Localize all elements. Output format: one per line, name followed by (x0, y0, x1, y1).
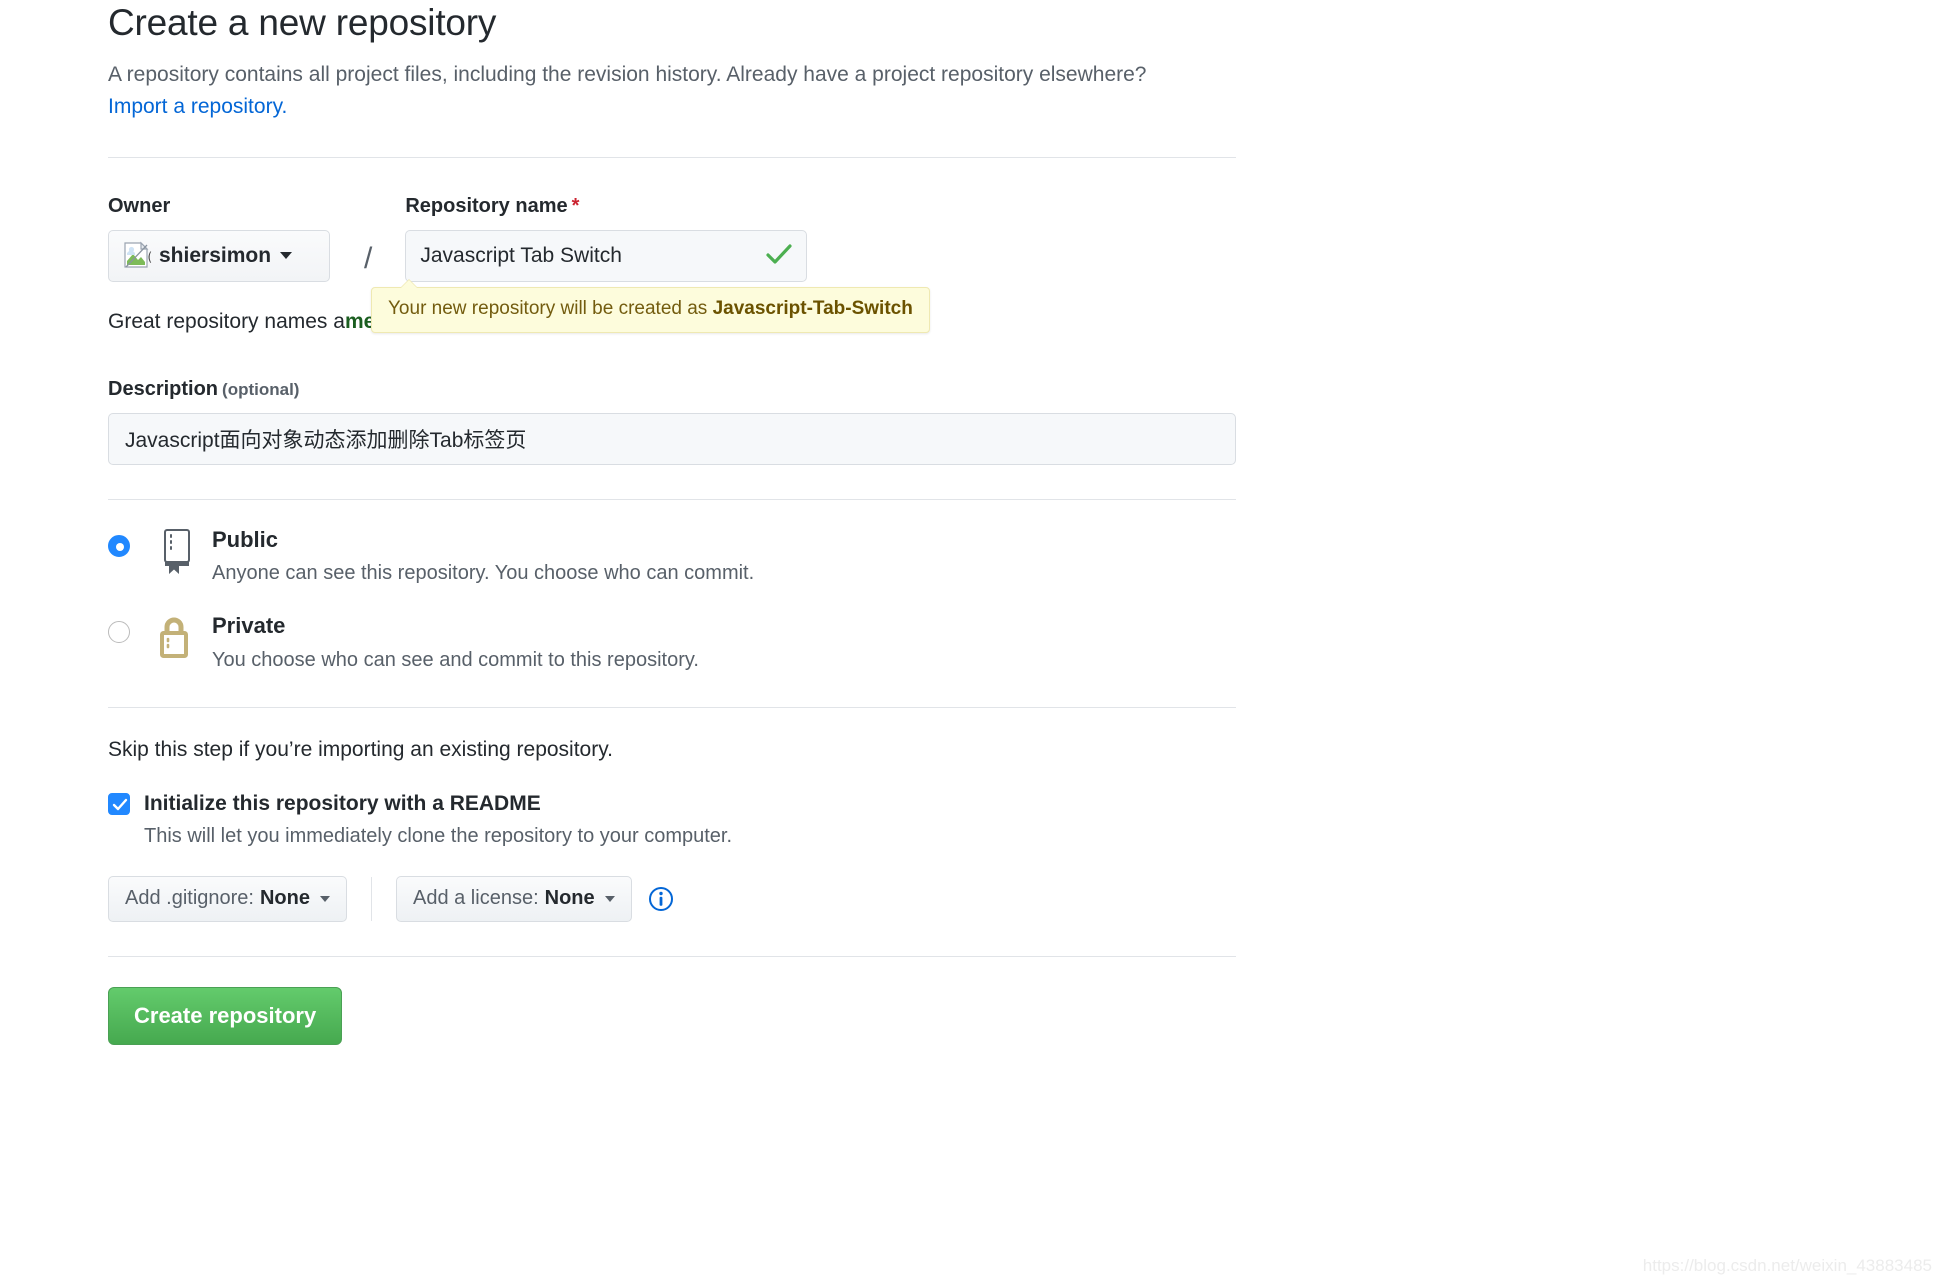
import-repository-link[interactable]: Import a repository. (108, 95, 287, 118)
header-divider (108, 156, 1236, 158)
create-repository-form: Create a new repository A repository con… (108, 0, 1238, 1045)
required-marker: * (571, 194, 580, 217)
visibility-private-text: Private You choose who can see and commi… (212, 612, 699, 673)
initialize-readme-row[interactable]: Initialize this repository with a README (108, 792, 1238, 816)
repository-name-input[interactable] (405, 229, 808, 282)
tooltip-prefix: Your new repository will be created as (388, 297, 713, 319)
gitignore-value: None (259, 887, 310, 910)
repository-name-input-wrap (405, 229, 808, 282)
visibility-divider (108, 706, 1236, 708)
visibility-group: Public Anyone can see this repository. Y… (108, 526, 1238, 673)
owner-name: shiersimon (159, 243, 272, 267)
description-label: Description (optional) (108, 378, 1238, 401)
description-field: Description (optional) (108, 378, 1238, 465)
owner-name-row: Owner ( shiersimon / Repository name * J… (108, 195, 1238, 282)
initialize-readme-label: Initialize this repository with a README (144, 791, 541, 815)
skip-step-note: Skip this step if you’re importing an ex… (108, 737, 614, 761)
visibility-private-description: You choose who can see and commit to thi… (212, 648, 699, 671)
broken-image-icon: ( (123, 241, 153, 271)
visibility-public-text: Public Anyone can see this repository. Y… (212, 526, 754, 587)
radio-public[interactable] (108, 534, 130, 557)
initialize-readme-subnote: This will let you immediately clone the … (144, 824, 733, 847)
repository-name-label: Repository name * (405, 195, 807, 218)
initialize-divider (108, 955, 1236, 957)
check-icon (112, 798, 128, 810)
page-subtitle-text: A repository contains all project files,… (108, 62, 1147, 86)
svg-text:(: ( (146, 250, 153, 264)
template-selects-row: Add .gitignore: None Add a license: None (108, 875, 1238, 922)
description-label-text: Description (108, 377, 219, 400)
repo-name-helper-line: Great repository names ame-waddle? Your … (108, 278, 1238, 340)
visibility-public-description: Anyone can see this repository. You choo… (212, 562, 755, 585)
checkbox-initialize-readme[interactable] (108, 792, 130, 815)
chevron-down-icon (319, 895, 330, 902)
tooltip-repo-slug: Javascript-Tab-Switch (712, 297, 913, 319)
repo-slug-tooltip: Your new repository will be created as J… (371, 278, 930, 333)
watermark: https://blog.csdn.net/weixin_43883485 (1642, 1256, 1932, 1275)
visibility-private-title: Private (212, 613, 286, 639)
owner-select-button[interactable]: ( shiersimon (108, 229, 330, 282)
license-prefix: Add a license: (412, 887, 539, 910)
description-input[interactable] (108, 412, 1236, 465)
repo-book-icon (154, 526, 196, 579)
visibility-public-title: Public (212, 526, 279, 552)
page-title: Create a new repository (108, 2, 497, 43)
radio-private[interactable] (108, 621, 130, 644)
owner-field: Owner ( shiersimon (108, 195, 351, 282)
chevron-down-icon (604, 895, 615, 902)
owner-label: Owner (108, 194, 171, 217)
selects-separator (370, 876, 372, 921)
create-repository-button[interactable]: Create repository (108, 986, 343, 1045)
description-optional-note: (optional) (222, 379, 300, 399)
page-subtitle: A repository contains all project files,… (108, 59, 1168, 124)
lock-icon (154, 612, 196, 665)
owner-repo-separator: / (364, 241, 373, 275)
helper-text-before: Great repository names a (108, 309, 345, 333)
license-value: None (544, 887, 595, 910)
visibility-option-private[interactable]: Private You choose who can see and commi… (108, 612, 1238, 673)
description-divider (108, 498, 1236, 500)
chevron-down-icon (280, 252, 293, 260)
gitignore-select-button[interactable]: Add .gitignore: None (108, 875, 347, 922)
repository-name-label-text: Repository name (405, 194, 568, 217)
repository-name-field: Repository name * (405, 195, 808, 282)
info-icon[interactable] (648, 886, 674, 912)
license-select-button[interactable]: Add a license: None (395, 875, 632, 922)
gitignore-prefix: Add .gitignore: (125, 887, 254, 910)
visibility-option-public[interactable]: Public Anyone can see this repository. Y… (108, 526, 1238, 587)
